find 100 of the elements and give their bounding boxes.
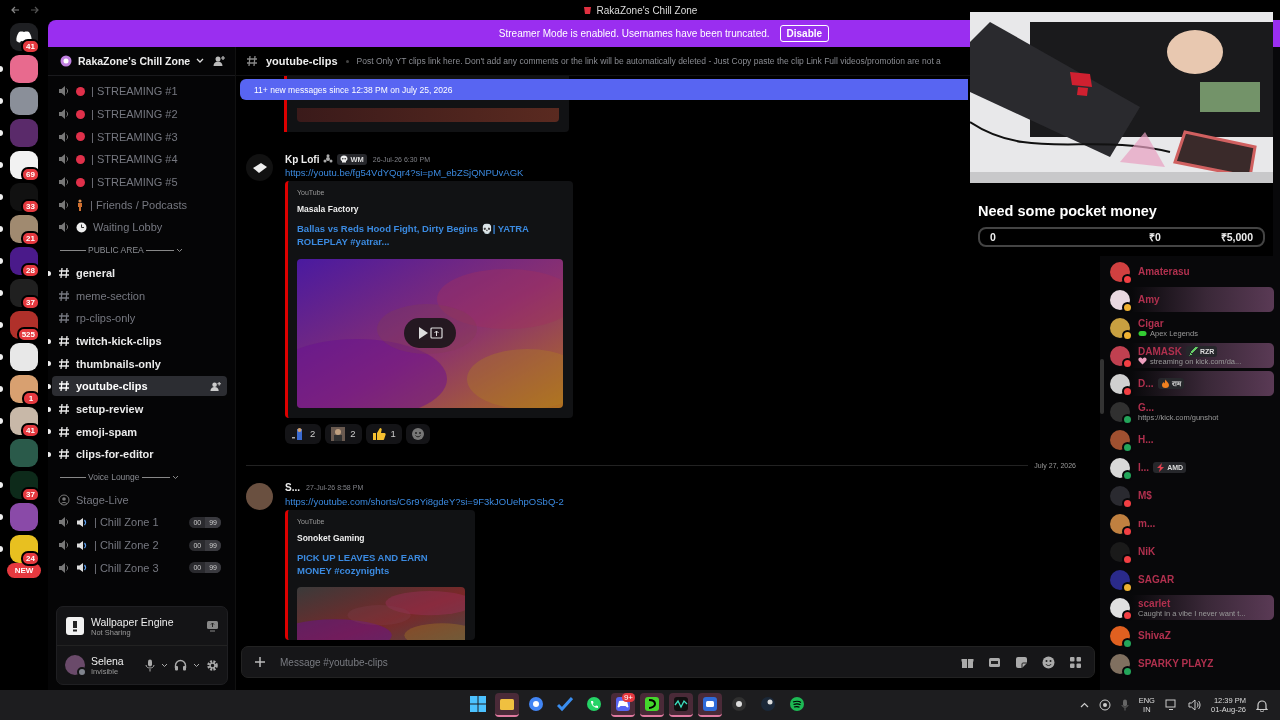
chevron-icon[interactable]: [161, 662, 168, 668]
reaction-button[interactable]: 2: [285, 423, 322, 444]
channel-item[interactable]: setup-review: [52, 398, 227, 419]
screen-share-icon[interactable]: [206, 620, 219, 632]
unread-indicator: [0, 162, 3, 168]
unread-indicator: [48, 406, 51, 412]
goal-start: 0: [990, 231, 996, 243]
unread-indicator: [0, 130, 3, 136]
speaker-icon: [58, 539, 70, 552]
channel-item[interactable]: thumbnails-only: [52, 353, 227, 374]
hash-icon: [58, 357, 70, 370]
goal-title: Need some pocket money: [978, 203, 1158, 219]
taskbar-app[interactable]: [698, 693, 722, 717]
apps-icon[interactable]: [1069, 655, 1082, 669]
channel-item[interactable]: rp-clips-only: [52, 308, 227, 329]
taskbar-app[interactable]: [669, 693, 693, 717]
disc-icon: [760, 696, 776, 712]
category-label[interactable]: Voice Lounge: [88, 472, 140, 483]
reaction-button[interactable]: 1: [365, 423, 402, 444]
emoji-icon[interactable]: [1042, 655, 1055, 669]
embed-author[interactable]: Sonoket Gaming: [297, 532, 365, 543]
volume-icon[interactable]: [1187, 699, 1201, 711]
unread-indicator: [48, 452, 51, 457]
back-icon[interactable]: [10, 5, 20, 15]
scrollbar-thumb[interactable]: [1100, 359, 1104, 414]
sticker-icon[interactable]: [1015, 655, 1028, 669]
message-link[interactable]: https://youtube.com/shorts/C6r9Yi8gdeY?si=9F3kJOUehpOSbQ-2: [285, 495, 564, 507]
unread-indicator: [0, 514, 3, 520]
embed-title[interactable]: PICK UP LEAVES AND EARN MONEY #cozynights: [297, 550, 465, 578]
unread-indicator: [48, 361, 51, 367]
unread-indicator: [0, 258, 3, 264]
channel-item[interactable]: clips-for-editor: [52, 444, 227, 465]
app-icon: [65, 616, 85, 636]
headphones-icon[interactable]: [174, 659, 187, 671]
channel-item[interactable]: | STREAMING #1: [52, 81, 227, 102]
settings-icon[interactable]: [206, 658, 219, 672]
add-member-icon[interactable]: [213, 55, 225, 67]
unread-indicator: [0, 354, 3, 360]
channel-item[interactable]: general: [52, 262, 227, 283]
speaker-emoji-icon: [76, 516, 88, 528]
embed-title[interactable]: Ballas vs Reds Hood Fight, Dirty Begins 💀| YATRA ROLEPLAY #yatrar...: [297, 222, 563, 249]
channel-item[interactable]: | STREAMING #2: [52, 104, 227, 125]
speaker-icon: [58, 130, 70, 143]
skull-icon: [340, 155, 349, 163]
username: Selena: [91, 654, 124, 667]
start-icon: [470, 696, 486, 712]
hash-icon: [58, 266, 70, 279]
record-icon: [731, 696, 747, 712]
channel-item[interactable]: | STREAMING #5: [52, 172, 227, 193]
reaction-button[interactable]: 2: [325, 423, 362, 444]
mention-badge: 28: [21, 263, 40, 278]
user-avatar[interactable]: [246, 154, 273, 181]
channel-item[interactable]: meme-section: [52, 285, 227, 306]
channel-item[interactable]: | STREAMING #3: [52, 126, 227, 147]
caret-up-icon[interactable]: [1079, 702, 1089, 708]
goal-target: ₹5,000: [1220, 230, 1253, 244]
taskbar-app[interactable]: 9+: [611, 693, 635, 717]
forward-icon[interactable]: [30, 5, 40, 15]
channel-item[interactable]: twitch-kick-clips: [52, 330, 227, 351]
category-label[interactable]: PUBLIC AREA: [88, 245, 144, 256]
speaker-icon: [58, 85, 70, 98]
channel-item[interactable]: Waiting Lobby: [52, 217, 227, 238]
taskbar-app[interactable]: [640, 693, 664, 717]
person-icon: [76, 198, 84, 211]
author-name[interactable]: Kp Lofi: [285, 153, 320, 165]
channel-item[interactable]: | STREAMING #4: [52, 149, 227, 170]
server-icon[interactable]: [10, 87, 38, 115]
server-icon[interactable]: [10, 55, 38, 83]
microphone-icon[interactable]: [145, 658, 155, 672]
taskbar-app[interactable]: [495, 693, 519, 717]
monitor-icon[interactable]: [1164, 699, 1178, 711]
message-input[interactable]: Message #youtube-clips: [278, 655, 949, 669]
channel-item[interactable]: emoji-spam: [52, 421, 227, 442]
channel-item[interactable]: | Friends / Podcasts: [52, 194, 227, 215]
author-name[interactable]: S...: [285, 482, 300, 494]
activity-title: Wallpaper Engine: [91, 615, 174, 628]
channel-topic[interactable]: Post Only YT clips link here. Don't add any comments or the link will be automatically deleted - Just Copy paste the clip Link Full videos/promotion are not a: [356, 56, 941, 66]
lightning-icon: [1156, 463, 1166, 472]
gif-icon[interactable]: [988, 655, 1001, 669]
unread-indicator: [48, 338, 51, 344]
mention-badge: 41: [21, 39, 40, 54]
add-member-icon[interactable]: [210, 380, 221, 392]
dot-icon: [76, 177, 85, 187]
server-name[interactable]: RakaZone's Chill Zone: [78, 55, 191, 67]
disable-button[interactable]: Disable: [779, 25, 830, 42]
embed-author[interactable]: Masala Factory: [297, 204, 359, 214]
message-field[interactable]: Message #youtube-clips: [241, 646, 1095, 678]
channel-item[interactable]: Stage-Live: [52, 489, 227, 510]
channel-item[interactable]: youtube-clips: [52, 376, 227, 397]
new-messages-bar[interactable]: 11+ new messages since 12:38 PM on July 25, 2026: [240, 79, 968, 100]
add-icon[interactable]: [254, 656, 266, 668]
add-reaction-button[interactable]: [405, 423, 430, 444]
window-title: RakaZone's Chill Zone: [596, 4, 698, 16]
server-icon[interactable]: [10, 343, 38, 371]
play-button[interactable]: [404, 318, 456, 349]
message-link[interactable]: https://youtu.be/fg54VdYQqr4?si=pM_ebZSjQNPUvAGK: [285, 167, 524, 178]
unread-indicator: [0, 226, 3, 232]
network-icon[interactable]: [1098, 699, 1111, 711]
chevron-icon[interactable]: [193, 662, 200, 668]
notification-icon[interactable]: [1256, 698, 1268, 712]
